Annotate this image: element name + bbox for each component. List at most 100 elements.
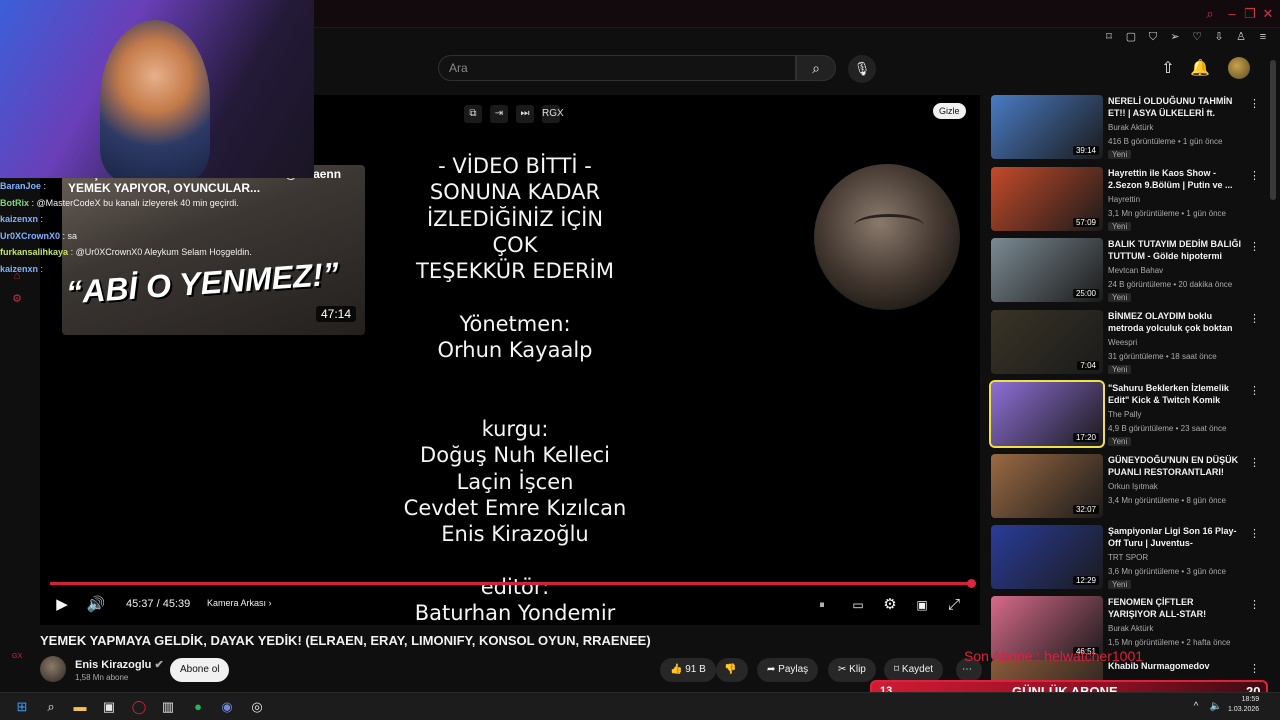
rgx-button[interactable]: RGX: [542, 105, 564, 123]
recommendation-channel[interactable]: Burak Aktürk: [1108, 624, 1153, 633]
recommendation-title[interactable]: GÜNEYDOĞU'NUN EN DÜŞÜK PUANLI RESTORANTL…: [1108, 454, 1243, 478]
recommendation-channel[interactable]: Weespri: [1108, 338, 1137, 347]
recommendation-title[interactable]: BALIK TUTAYIM DEDİM BALIĞI TUTTUM - Göld…: [1108, 238, 1243, 262]
search-icon[interactable]: ⌕: [1202, 6, 1218, 22]
more-options-icon[interactable]: ⋮: [1249, 662, 1260, 675]
download-icon[interactable]: ⇩: [1212, 30, 1226, 44]
next-icon[interactable]: ⏭: [516, 105, 534, 123]
channel-avatar[interactable]: [40, 656, 66, 682]
search-input[interactable]: Ara: [438, 55, 796, 81]
clip-button[interactable]: ✂ Klip: [828, 658, 876, 682]
recommendation-thumbnail[interactable]: 25:00: [991, 238, 1103, 302]
share-label: Paylaş: [778, 664, 809, 675]
spotify-icon[interactable]: ●: [188, 697, 208, 717]
home-icon[interactable]: ⌂: [10, 270, 24, 292]
recommendation-thumbnail[interactable]: 57:09: [991, 167, 1103, 231]
like-button[interactable]: 👍 91 B: [660, 658, 716, 682]
recommendation-title[interactable]: NERELİ OLDUĞUNU TAHMİN ET!! | ASYA ÜLKEL…: [1108, 95, 1243, 119]
search-button[interactable]: ⌕: [796, 55, 836, 81]
exit-icon[interactable]: ⇥: [490, 105, 508, 123]
hide-button[interactable]: Gizle: [933, 103, 966, 119]
chevron-up-icon[interactable]: ^: [1186, 697, 1206, 717]
recommendation-item[interactable]: 25:00 BALIK TUTAYIM DEDİM BALIĞI TUTTUM -…: [991, 238, 1260, 302]
account-avatar[interactable]: [1228, 57, 1250, 79]
close-icon[interactable]: ✕: [1260, 6, 1276, 22]
miniplayer-icon[interactable]: ⧉: [464, 105, 482, 123]
recommendation-thumbnail[interactable]: 32:07: [991, 454, 1103, 518]
recommendation-title[interactable]: Hayrettin ile Kaos Show - 2.Sezon 9.Bölü…: [1108, 167, 1243, 191]
app-icon[interactable]: ▣: [99, 697, 119, 717]
theater-icon[interactable]: ▣: [912, 595, 932, 615]
recommendation-channel[interactable]: The Pally: [1108, 410, 1141, 419]
more-options-icon[interactable]: ⋮: [1249, 169, 1260, 182]
screenshot-icon[interactable]: ▢: [1124, 30, 1138, 44]
more-options-icon[interactable]: ⋮: [1249, 384, 1260, 397]
recommendation-channel[interactable]: TRT SPOR: [1108, 553, 1148, 562]
menu-icon[interactable]: ≡: [1256, 30, 1270, 44]
shield-icon[interactable]: ⛉: [1146, 30, 1160, 44]
new-badge: Yeni: [1108, 437, 1132, 446]
share-button[interactable]: ➦ Paylaş: [757, 658, 819, 682]
recommendation-duration: 17:20: [1072, 433, 1099, 442]
more-options-icon[interactable]: ⋮: [1249, 240, 1260, 253]
steam-icon[interactable]: ◎: [247, 697, 267, 717]
subtitles-icon[interactable]: ▭: [848, 595, 868, 615]
new-badge: Yeni: [1108, 293, 1132, 302]
bell-icon[interactable]: 🔔: [1189, 58, 1211, 80]
recommendation-thumbnail[interactable]: 17:20: [989, 380, 1105, 448]
clock[interactable]: 18:59 1.03.2026: [1228, 695, 1259, 715]
taskbar: ⊞ ⌕ ▬ ▣ ◯ ▥ ● ◉ ◎ ^ 🔈 18:59 1.03.2026: [0, 692, 1280, 720]
speaker-icon[interactable]: 🔈: [1206, 697, 1226, 717]
recommendation-channel[interactable]: Burak Aktürk: [1108, 123, 1153, 132]
volume-icon[interactable]: 🔊: [86, 595, 106, 615]
heart-icon[interactable]: ♡: [1190, 30, 1204, 44]
more-options-icon[interactable]: ⋮: [1249, 456, 1260, 469]
equalizer-icon[interactable]: ▥: [158, 697, 178, 717]
upload-icon[interactable]: ⇧: [1157, 58, 1179, 80]
recommendation-channel[interactable]: Orkun Işıtmak: [1108, 482, 1158, 491]
chapter-button[interactable]: Kamera Arkası ›: [207, 598, 272, 608]
recommendation-item[interactable]: 7:04 BİNMEZ OLAYDIM boklu metroda yolculu…: [991, 310, 1260, 374]
recommendation-item[interactable]: 39:14 NERELİ OLDUĞUNU TAHMİN ET!! | ASYA …: [991, 95, 1260, 159]
recommendation-title[interactable]: BİNMEZ OLAYDIM boklu metroda yolculuk ço…: [1108, 310, 1243, 334]
gear-icon[interactable]: ⚙: [10, 292, 24, 314]
fullscreen-icon[interactable]: ⤢: [944, 595, 964, 615]
subscribe-button[interactable]: Abone ol: [170, 658, 230, 682]
more-options-icon[interactable]: ⋮: [1249, 598, 1260, 611]
more-options-icon[interactable]: ⋮: [1249, 527, 1260, 540]
recommendation-item[interactable]: 12:29 Şampiyonlar Ligi Son 16 Play-Off Tu…: [991, 525, 1260, 589]
recommendation-title[interactable]: "Sahuru Beklerken İzlemelik Edit" Kick &…: [1108, 382, 1243, 406]
bookmark-icon[interactable]: ⌑: [1102, 30, 1116, 44]
send-icon[interactable]: ➢: [1168, 30, 1182, 44]
recommendation-item[interactable]: 32:07 GÜNEYDOĞU'NUN EN DÜŞÜK PUANLI RESTO…: [991, 454, 1260, 518]
channel-name[interactable]: Enis Kirazoglu ✔: [75, 658, 164, 671]
more-options-icon[interactable]: ⋮: [1249, 97, 1260, 110]
more-options-icon[interactable]: ⋮: [1249, 312, 1260, 325]
progress-fill: [50, 582, 972, 585]
progress-scrubber[interactable]: [967, 579, 976, 588]
autoplay-toggle[interactable]: ⏸: [812, 595, 832, 615]
recommendation-channel[interactable]: Hayrettin: [1108, 195, 1140, 204]
folder-icon[interactable]: ▬: [70, 697, 90, 717]
recommendation-item[interactable]: 57:09 Hayrettin ile Kaos Show - 2.Sezon 9…: [991, 167, 1260, 231]
recommendation-thumbnail[interactable]: 7:04: [991, 310, 1103, 374]
settings-icon[interactable]: ⚙: [880, 595, 900, 615]
recommendation-channel[interactable]: Mevtcan Bahav: [1108, 266, 1163, 275]
recommendation-thumbnail[interactable]: 39:14: [991, 95, 1103, 159]
maximize-icon[interactable]: ❐: [1242, 6, 1258, 22]
windows-start-icon[interactable]: ⊞: [12, 697, 32, 717]
dislike-button[interactable]: 👎: [716, 658, 748, 682]
scrollbar[interactable]: [1270, 60, 1276, 200]
minimize-icon[interactable]: –: [1224, 6, 1240, 22]
user-icon[interactable]: ♙: [1234, 30, 1248, 44]
play-icon[interactable]: ▶: [52, 595, 72, 615]
recommendation-title[interactable]: FENOMEN ÇİFTLER YARIŞIYOR ALL-STAR! (SEV…: [1108, 596, 1243, 620]
recommendation-title[interactable]: Şampiyonlar Ligi Son 16 Play-Off Turu | …: [1108, 525, 1243, 549]
opera-gx-icon[interactable]: ◯: [129, 697, 149, 717]
discord-icon[interactable]: ◉: [217, 697, 237, 717]
save-button[interactable]: ⌑ Kaydet: [884, 658, 944, 682]
recommendation-thumbnail[interactable]: 12:29: [991, 525, 1103, 589]
recommendation-item[interactable]: 17:20 "Sahuru Beklerken İzlemelik Edit" K…: [989, 380, 1260, 448]
mic-button[interactable]: 🎙: [848, 55, 876, 83]
search-icon[interactable]: ⌕: [41, 697, 61, 717]
